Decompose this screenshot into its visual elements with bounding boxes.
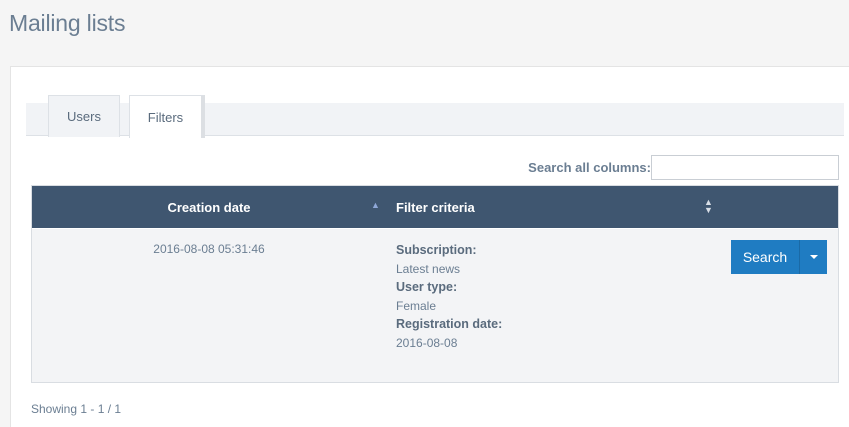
creation-date-cell: 2016-08-08 05:31:46 <box>153 242 265 256</box>
search-all-columns-input[interactable] <box>651 155 839 180</box>
search-button[interactable]: Search <box>731 240 800 274</box>
page-title: Mailing lists <box>9 10 126 36</box>
filters-table: Creation date ▲ Filter criteria ▲ ▼ 2016-… <box>31 185 839 383</box>
criteria-value-user-type: Female <box>396 298 437 313</box>
sort-both-icon[interactable]: ▲ ▼ <box>704 198 713 215</box>
sort-ascending-icon: ▲ <box>371 200 380 210</box>
search-split-button: Search <box>731 240 827 274</box>
tab-bar: Users Filters <box>26 95 844 138</box>
criteria-value-registration-date: 2016-08-08 <box>396 335 458 350</box>
search-dropdown-toggle[interactable] <box>800 240 827 274</box>
column-header-creation-date[interactable]: Creation date <box>32 186 386 228</box>
criteria-key-registration-date: Registration date: <box>396 317 503 331</box>
column-header-filter-criteria[interactable]: Filter criteria <box>386 186 716 228</box>
table-header: Creation date ▲ Filter criteria ▲ ▼ <box>32 186 838 228</box>
criteria-key-subscription: Subscription: <box>396 243 477 257</box>
search-label: Search all columns: <box>528 160 651 175</box>
tab-users[interactable]: Users <box>48 95 120 137</box>
filter-criteria-cell: Subscription: Latest news User type: Fem… <box>396 241 502 352</box>
content-panel: Users Filters Search all columns: Creati… <box>10 66 849 427</box>
column-header-filter-criteria-label: Filter criteria <box>396 199 475 215</box>
search-row: Search all columns: <box>11 155 844 180</box>
column-header-creation-date-label: Creation date <box>167 199 251 215</box>
chevron-down-icon <box>809 255 818 259</box>
table-row: 2016-08-08 05:31:46 Subscription: Latest… <box>32 229 838 382</box>
tab-users-label: Users <box>67 109 101 124</box>
tab-filters[interactable]: Filters <box>129 95 205 138</box>
criteria-key-user-type: User type: <box>396 280 458 294</box>
criteria-value-subscription: Latest news <box>396 261 461 276</box>
pagination-info: Showing 1 - 1 / 1 <box>31 402 122 416</box>
tab-filters-label: Filters <box>147 109 184 125</box>
